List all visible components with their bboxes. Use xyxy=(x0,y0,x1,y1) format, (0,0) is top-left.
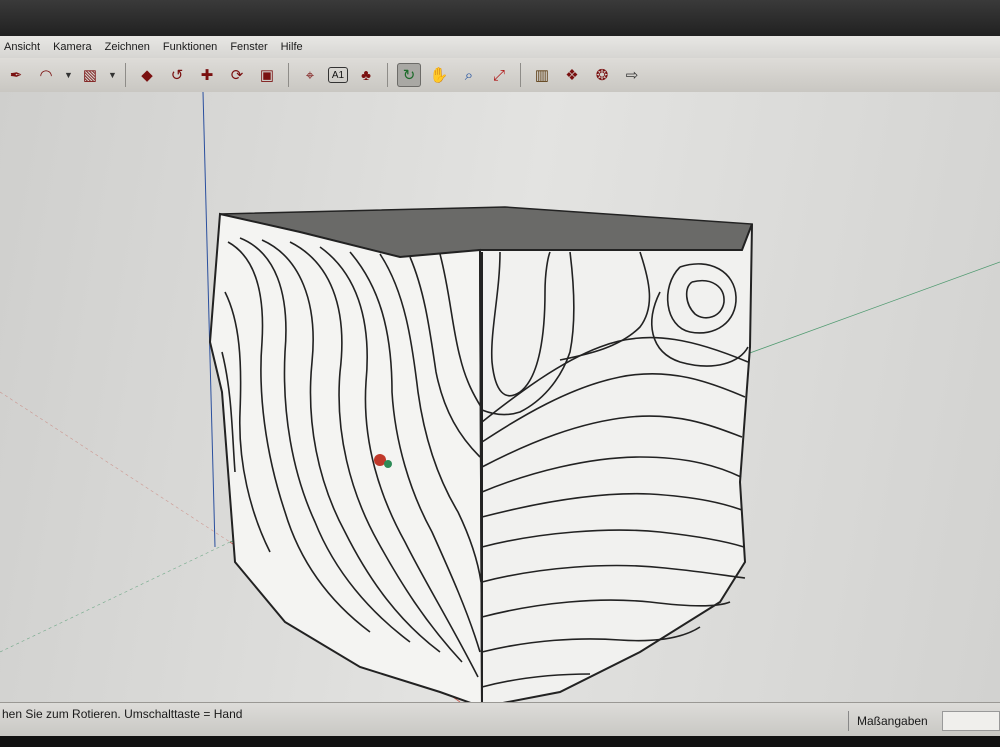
share-model-tool-icon[interactable]: ⇨ xyxy=(620,63,644,87)
monitor-bezel-top xyxy=(0,0,1000,40)
menu-zeichnen[interactable]: Zeichnen xyxy=(105,41,150,53)
status-message: hen Sie zum Rotieren. Umschalttaste = Ha… xyxy=(2,707,243,721)
menu-ansicht[interactable]: Ansicht xyxy=(4,41,40,53)
menu-kamera[interactable]: Kamera xyxy=(53,41,92,53)
menu-hilfe[interactable]: Hilfe xyxy=(281,41,303,53)
green-axis-dotted xyxy=(0,541,231,653)
toolbar-separator xyxy=(288,63,289,87)
pan-tool-icon[interactable]: ✋ xyxy=(427,63,451,87)
orbit-tool-icon[interactable]: ↻ xyxy=(397,63,421,87)
previous-view-tool-icon[interactable]: ▥ xyxy=(530,63,554,87)
toolbar-separator xyxy=(520,63,521,87)
follow-me-tool-icon[interactable]: ↺ xyxy=(165,63,189,87)
model-right-face[interactable] xyxy=(478,223,753,702)
paint-tool-icon[interactable]: ♣ xyxy=(354,63,378,87)
menu-funktionen[interactable]: Funktionen xyxy=(163,41,217,53)
menu-bar: Ansicht Kamera Zeichnen Funktionen Fenst… xyxy=(0,36,1000,58)
scale-tool-icon[interactable]: ▣ xyxy=(255,63,279,87)
zoom-tool-icon[interactable]: ⌕ xyxy=(457,63,481,87)
menu-fenster[interactable]: Fenster xyxy=(230,41,267,53)
sketchup-window: Ansicht Kamera Zeichnen Funktionen Fenst… xyxy=(0,36,1000,736)
measurements-input[interactable] xyxy=(942,711,1000,731)
toolbar-separator xyxy=(125,63,126,87)
tape-measure-tool-icon[interactable]: ⌖ xyxy=(298,63,322,87)
toolbar-separator xyxy=(387,63,388,87)
move-tool-icon[interactable]: ✚ xyxy=(195,63,219,87)
eraser-tool-icon[interactable]: ✒ xyxy=(4,63,28,87)
monitor-bezel-bottom xyxy=(0,736,1000,747)
next-view-tool-icon[interactable]: ❖ xyxy=(560,63,584,87)
paint-bucket-tool-icon[interactable]: ▧ xyxy=(78,63,102,87)
3d-viewport[interactable] xyxy=(0,92,1000,702)
arc-dropdown-chevron-icon[interactable]: ▼ xyxy=(64,70,73,80)
push-pull-tool-icon[interactable]: ◆ xyxy=(135,63,159,87)
text-tool-icon[interactable]: A1 xyxy=(328,67,348,83)
toolbar: ✒ ◠ ▼ ▧ ▼ ◆ ↺ ✚ ⟳ ▣ ⌖ A1 ♣ ↻ ✋ ⌕ ⤢ ▥ ❖ ❂… xyxy=(0,58,1000,93)
rotate-tool-icon[interactable]: ⟳ xyxy=(225,63,249,87)
status-bar: hen Sie zum Rotieren. Umschalttaste = Ha… xyxy=(0,702,1000,736)
zoom-extents-tool-icon[interactable]: ⤢ xyxy=(487,63,511,87)
model-canvas[interactable] xyxy=(0,92,1000,702)
get-models-tool-icon[interactable]: ❂ xyxy=(590,63,614,87)
red-axis-dotted xyxy=(0,391,231,543)
arc-tool-icon[interactable]: ◠ xyxy=(34,63,58,87)
shape-dropdown-chevron-icon[interactable]: ▼ xyxy=(108,70,117,80)
